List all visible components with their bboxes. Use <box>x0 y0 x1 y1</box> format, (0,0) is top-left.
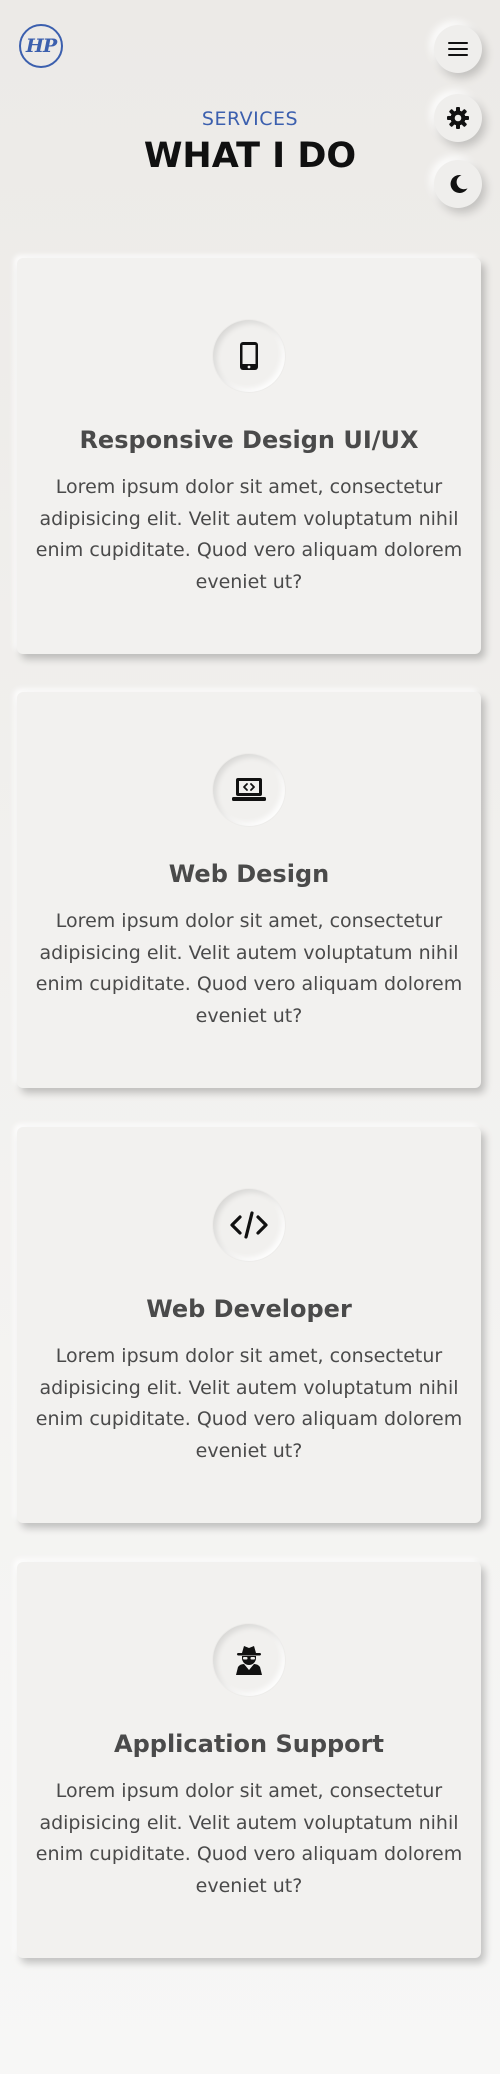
site-logo[interactable]: HP <box>19 24 63 68</box>
service-card: Responsive Design UI/UX Lorem ipsum dolo… <box>17 258 481 654</box>
service-icon-holder <box>213 1189 285 1261</box>
service-card: Application Support Lorem ipsum dolor si… <box>17 1562 481 1958</box>
service-title: Application Support <box>114 1730 384 1758</box>
service-description: Lorem ipsum dolor sit amet, consectetur … <box>35 1345 463 1462</box>
service-title: Web Design <box>168 860 330 888</box>
code-icon <box>230 1211 268 1239</box>
hamburger-menu-icon <box>448 42 468 56</box>
mobile-icon <box>240 342 258 370</box>
service-description: Lorem ipsum dolor sit amet, consectetur … <box>35 1780 463 1897</box>
service-icon-holder <box>213 754 285 826</box>
service-description: Lorem ipsum dolor sit amet, consectetur … <box>35 476 463 593</box>
service-icon-holder <box>213 1624 285 1696</box>
service-title: Responsive Design UI/UX <box>79 426 419 454</box>
service-card: Web Design Lorem ipsum dolor sit amet, c… <box>17 692 481 1088</box>
service-card: Web Developer Lorem ipsum dolor sit amet… <box>17 1127 481 1523</box>
moon-icon <box>450 174 468 193</box>
section-title: WHAT I DO <box>143 136 357 176</box>
laptop-code-icon <box>232 778 266 801</box>
service-icon-holder <box>213 320 285 392</box>
service-title: Web Developer <box>146 1295 352 1323</box>
section-subtitle: SERVICES <box>201 108 299 130</box>
menu-button[interactable] <box>434 25 482 73</box>
service-description: Lorem ipsum dolor sit amet, consectetur … <box>35 910 463 1027</box>
logo-text: HP <box>25 35 57 57</box>
user-secret-icon <box>236 1646 262 1675</box>
